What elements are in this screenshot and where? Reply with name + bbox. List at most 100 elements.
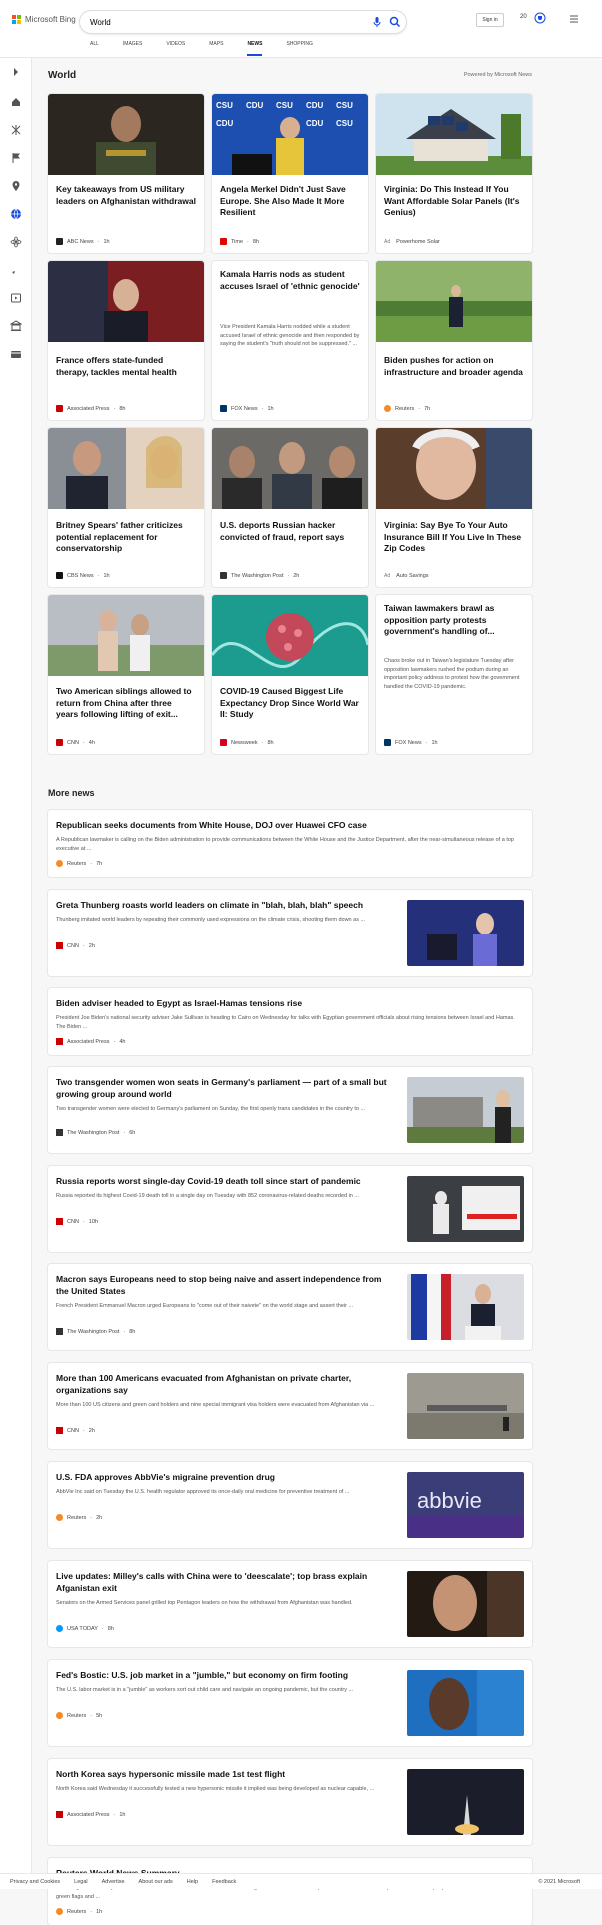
- home-icon[interactable]: [10, 96, 22, 108]
- news-title[interactable]: Russia reports worst single-day Covid-19…: [56, 1176, 396, 1188]
- card-title[interactable]: Two American siblings allowed to return …: [56, 686, 196, 721]
- footer-link-legal[interactable]: Legal: [74, 1879, 87, 1885]
- news-title[interactable]: U.S. FDA approves AbbVie's migraine prev…: [56, 1472, 396, 1484]
- news-card-4[interactable]: France offers state-funded therapy, tack…: [48, 261, 204, 420]
- macron-podium-thumbnail: [407, 1274, 524, 1340]
- spears-father-photo: [48, 428, 204, 509]
- news-source: CNN · 2h: [56, 1427, 95, 1434]
- copyright: © 2021 Microsoft: [538, 1879, 580, 1885]
- news-title[interactable]: Two transgender women won seats in Germa…: [56, 1077, 396, 1100]
- card-title[interactable]: Taiwan lawmakers brawl as opposition par…: [384, 603, 524, 638]
- news-card-1[interactable]: Key takeaways from US military leaders o…: [48, 94, 204, 253]
- card-source: Reuters · 7h: [384, 405, 430, 412]
- tab-all[interactable]: ALL: [90, 41, 99, 56]
- card-title[interactable]: Virginia: Do This Instead If You Want Af…: [384, 184, 524, 219]
- news-title[interactable]: Fed's Bostic: U.S. job market in a "jumb…: [56, 1670, 396, 1682]
- card-title[interactable]: France offers state-funded therapy, tack…: [56, 355, 196, 378]
- news-card-5[interactable]: Kamala Harris nods as student accuses Is…: [212, 261, 368, 420]
- card-title[interactable]: COVID-19 Caused Biggest Life Expectancy …: [220, 686, 360, 721]
- card-title[interactable]: Biden pushes for action on infrastructur…: [384, 355, 524, 378]
- more-news-item-7[interactable]: More than 100 Americans evacuated from A…: [48, 1363, 532, 1449]
- cnn-logo-icon: [56, 1218, 63, 1225]
- tab-news[interactable]: NEWS: [247, 41, 263, 56]
- us-news-icon[interactable]: [10, 124, 22, 136]
- news-card-10[interactable]: Two American siblings allowed to return …: [48, 595, 204, 754]
- fox-news-logo-icon: [384, 739, 391, 746]
- hamburger-menu-icon[interactable]: [570, 15, 578, 23]
- news-card-7[interactable]: Britney Spears' father criticizes potent…: [48, 428, 204, 587]
- more-news-item-6[interactable]: Macron says Europeans need to stop being…: [48, 1264, 532, 1350]
- world-globe-icon[interactable]: [10, 208, 22, 220]
- card-title[interactable]: Britney Spears' father criticizes potent…: [56, 520, 196, 555]
- technology-rocket-icon[interactable]: [10, 264, 22, 276]
- news-source: Reuters · 1h: [56, 1908, 102, 1915]
- sign-in-button[interactable]: Sign in: [476, 13, 504, 27]
- more-news-item-3[interactable]: Biden adviser headed to Egypt as Israel-…: [48, 988, 532, 1055]
- search-box[interactable]: [80, 11, 406, 33]
- footer-link-feedback[interactable]: Feedback: [212, 1879, 236, 1885]
- tab-maps[interactable]: MAPS: [209, 41, 223, 56]
- microphone-icon[interactable]: [370, 15, 384, 29]
- news-title[interactable]: North Korea says hypersonic missile made…: [56, 1769, 396, 1781]
- footer-link-about-ads[interactable]: About our ads: [139, 1879, 173, 1885]
- search-input[interactable]: [90, 15, 330, 29]
- news-title[interactable]: Biden adviser headed to Egypt as Israel-…: [56, 998, 516, 1010]
- card-title[interactable]: Angela Merkel Didn't Just Save Europe. S…: [220, 184, 360, 219]
- usa-today-logo-icon: [56, 1625, 63, 1632]
- card-title[interactable]: Kamala Harris nods as student accuses Is…: [220, 269, 360, 292]
- science-icon[interactable]: [10, 236, 22, 248]
- more-news-item-2[interactable]: Greta Thunberg roasts world leaders on c…: [48, 890, 532, 976]
- news-card-2[interactable]: CSU CDU CSU CDU CSU CDU CDU CSU Angela Merkel D…: [212, 94, 368, 253]
- search-icon[interactable]: [388, 15, 402, 29]
- news-source: Associated Press · 1h: [56, 1811, 125, 1818]
- card-source: Newsweek · 8h: [220, 739, 274, 746]
- rewards-points[interactable]: 20: [520, 14, 527, 20]
- news-title[interactable]: Republican seeks documents from White Ho…: [56, 820, 516, 832]
- news-title[interactable]: Macron says Europeans need to stop being…: [56, 1274, 396, 1297]
- news-card-8[interactable]: U.S. deports Russian hacker convicted of…: [212, 428, 368, 587]
- hacker-deported-photo: [212, 428, 368, 509]
- news-card-12[interactable]: Taiwan lawmakers brawl as opposition par…: [376, 595, 532, 754]
- covid-ambulance-thumbnail: [407, 1176, 524, 1242]
- more-news-item-12[interactable]: Reuters World News Summary Following is …: [48, 1858, 532, 1925]
- local-pin-icon[interactable]: [10, 180, 22, 192]
- card-source: Ad Powerhome Solar: [384, 239, 440, 245]
- news-card-11[interactable]: COVID-19 Caused Biggest Life Expectancy …: [212, 595, 368, 754]
- news-title[interactable]: Live updates: Milley's calls with China …: [56, 1571, 396, 1594]
- more-news-item-10[interactable]: Fed's Bostic: U.S. job market in a "jumb…: [48, 1660, 532, 1746]
- rewards-trophy-icon[interactable]: [534, 12, 546, 24]
- entertainment-icon[interactable]: [10, 292, 22, 304]
- flag-icon[interactable]: [10, 152, 22, 164]
- more-news-item-4[interactable]: Two transgender women won seats in Germa…: [48, 1067, 532, 1153]
- tab-videos[interactable]: VIDEOS: [166, 41, 185, 56]
- news-description: AbbVie Inc said on Tuesday the U.S. heal…: [56, 1489, 350, 1495]
- expand-chevron-icon[interactable]: [10, 66, 22, 78]
- business-card-icon[interactable]: [10, 348, 22, 360]
- news-card-6[interactable]: Biden pushes for action on infrastructur…: [376, 261, 532, 420]
- svg-text:CSU: CSU: [276, 101, 293, 110]
- tab-images[interactable]: IMAGES: [123, 41, 142, 56]
- ad-card-insurance[interactable]: Virginia: Say Bye To Your Auto Insurance…: [376, 428, 532, 587]
- card-title[interactable]: Key takeaways from US military leaders o…: [56, 184, 196, 207]
- section-title: World: [48, 70, 77, 81]
- card-title[interactable]: U.S. deports Russian hacker convicted of…: [220, 520, 360, 543]
- abc-news-logo-icon: [56, 238, 63, 245]
- bing-logo[interactable]: Microsoft Bing: [12, 15, 76, 24]
- politics-building-icon[interactable]: [10, 320, 22, 332]
- news-title[interactable]: More than 100 Americans evacuated from A…: [56, 1373, 396, 1396]
- fox-news-logo-icon: [220, 405, 227, 412]
- tab-shopping[interactable]: SHOPPING: [286, 41, 312, 56]
- more-news-item-5[interactable]: Russia reports worst single-day Covid-19…: [48, 1166, 532, 1252]
- more-news-item-11[interactable]: North Korea says hypersonic missile made…: [48, 1759, 532, 1845]
- news-title[interactable]: Greta Thunberg roasts world leaders on c…: [56, 900, 396, 912]
- more-news-item-9[interactable]: Live updates: Milley's calls with China …: [48, 1561, 532, 1647]
- card-title[interactable]: Virginia: Say Bye To Your Auto Insurance…: [384, 520, 524, 555]
- ad-card-solar[interactable]: Virginia: Do This Instead If You Want Af…: [376, 94, 532, 253]
- time-logo-icon: [220, 238, 227, 245]
- news-source: Associated Press · 4h: [56, 1038, 125, 1045]
- more-news-item-1[interactable]: Republican seeks documents from White Ho…: [48, 810, 532, 877]
- more-news-item-8[interactable]: U.S. FDA approves AbbVie's migraine prev…: [48, 1462, 532, 1548]
- footer-link-help[interactable]: Help: [187, 1879, 198, 1885]
- footer-link-privacy[interactable]: Privacy and Cookies: [10, 1879, 60, 1885]
- footer-link-advertise[interactable]: Advertise: [102, 1879, 125, 1885]
